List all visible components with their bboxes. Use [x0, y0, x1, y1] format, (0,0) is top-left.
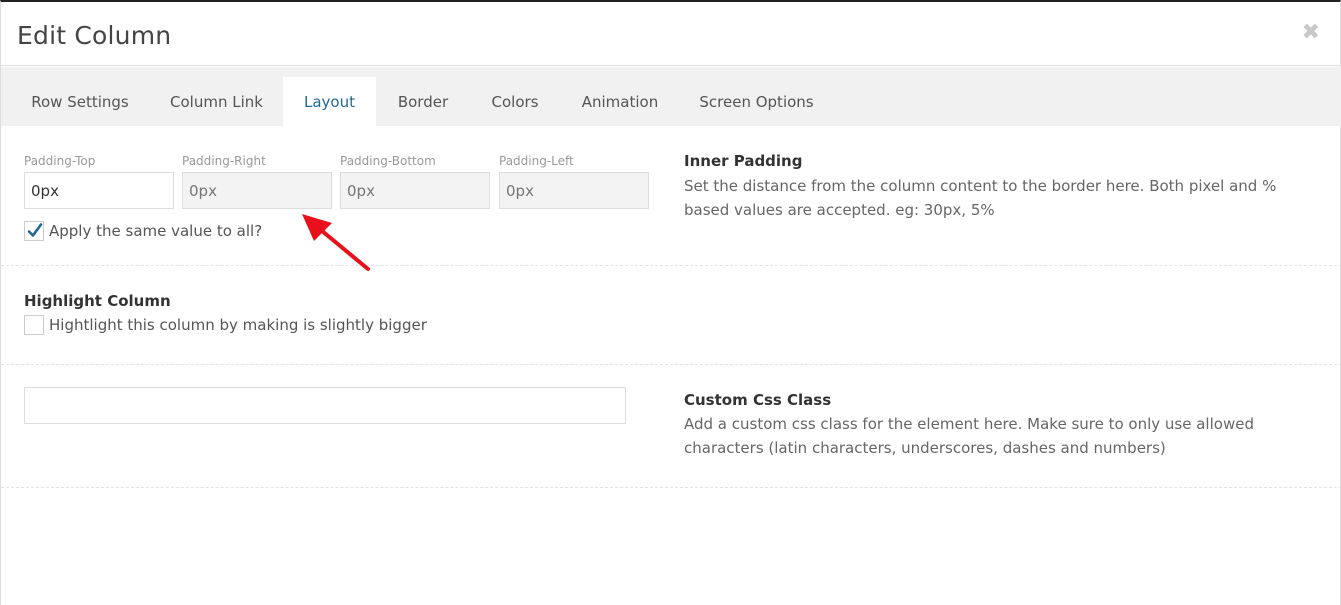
padding-top-input[interactable]: [24, 172, 174, 209]
highlight-heading: Highlight Column: [24, 292, 171, 310]
padding-top-label: Padding-Top: [24, 154, 96, 168]
tab-border[interactable]: Border: [379, 77, 467, 126]
checkbox-unchecked-icon[interactable]: [24, 315, 44, 335]
dialog-title: Edit Column: [17, 21, 172, 50]
apply-same-checkbox[interactable]: Apply the same value to all?: [24, 221, 262, 241]
highlight-section: Highlight Column Hightlight this column …: [1, 266, 1341, 365]
apply-same-label: Apply the same value to all?: [49, 222, 263, 240]
close-icon[interactable]: ✖: [1302, 22, 1320, 44]
inner-padding-heading: Inner Padding: [684, 152, 803, 170]
dialog-header: Edit Column ✖: [1, 4, 1341, 66]
tab-animation[interactable]: Animation: [562, 77, 678, 126]
padding-section: Padding-Top Padding-Right Padding-Bottom…: [1, 126, 1341, 266]
tab-layout[interactable]: Layout: [283, 77, 376, 126]
highlight-label: Hightlight this column by making is slig…: [49, 316, 427, 334]
checkbox-checked-icon[interactable]: [24, 221, 44, 241]
custom-css-description: Add a custom css class for the element h…: [684, 415, 1254, 457]
custom-css-heading: Custom Css Class: [684, 391, 832, 409]
highlight-checkbox[interactable]: Hightlight this column by making is slig…: [24, 315, 427, 335]
custom-css-input[interactable]: [24, 387, 626, 424]
padding-right-label: Padding-Right: [182, 154, 266, 168]
padding-right-input[interactable]: [182, 172, 332, 209]
edit-column-dialog: Edit Column ✖ Row Settings Column Link L…: [0, 0, 1341, 605]
annotation-arrow-icon: [302, 214, 370, 271]
tab-column-link[interactable]: Column Link: [150, 77, 283, 126]
padding-left-input[interactable]: [499, 172, 649, 209]
inner-padding-description: Set the distance from the column content…: [684, 177, 1277, 219]
custom-css-section: Custom Css Class Add a custom css class …: [1, 365, 1341, 488]
padding-left-label: Padding-Left: [499, 154, 574, 168]
tab-bar: Row Settings Column Link Layout Border C…: [1, 67, 1341, 126]
padding-bottom-input[interactable]: [340, 172, 490, 209]
tab-colors[interactable]: Colors: [470, 77, 560, 126]
tab-screen-options[interactable]: Screen Options: [681, 77, 832, 126]
tab-row-settings[interactable]: Row Settings: [12, 77, 148, 126]
padding-bottom-label: Padding-Bottom: [340, 154, 436, 168]
